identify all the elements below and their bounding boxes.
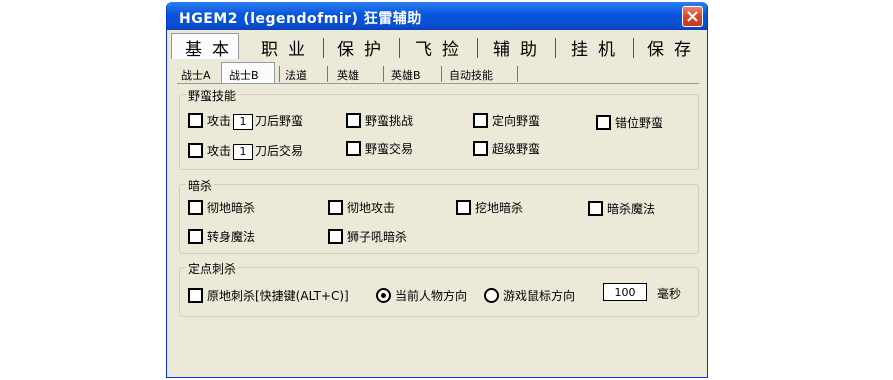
tab-separator: [399, 38, 400, 58]
option-label: 野蛮交易: [365, 142, 414, 156]
checkbox[interactable]: [346, 141, 361, 156]
attack-count-input[interactable]: 1: [233, 143, 254, 160]
tab-separator: [633, 38, 634, 58]
savage-skill-group: 野蛮技能 攻击 1 刀后野蛮 野蛮挑战 定向野蛮 错位野蛮 攻击 1 刀后交易 野蛮交易…: [179, 87, 699, 170]
option-label: 游戏鼠标方向: [503, 289, 576, 303]
tab-assist[interactable]: 辅助: [493, 35, 547, 60]
sub-tab-strip: 战士A 战士B 法道 英雄 英雄B 自动技能: [177, 62, 699, 84]
window-title: HGEM2 (legendofmir) 狂雷辅助: [179, 11, 422, 27]
subtab-mage-taoist[interactable]: 法道: [285, 67, 307, 83]
main-tab-strip: 基本 职业 保护 飞捡 辅助 挂机 保存: [171, 33, 703, 60]
assassin-group: 暗杀 彻地暗杀 彻地攻击 挖地暗杀 暗杀魔法 转身魔法 狮子吼暗杀: [179, 177, 699, 254]
option-label: 挖地暗杀: [475, 201, 524, 215]
checkbox[interactable]: [188, 113, 203, 128]
checkbox[interactable]: [188, 229, 203, 244]
checkbox[interactable]: [188, 288, 203, 303]
subtab-warrior-b[interactable]: 战士B: [229, 67, 259, 83]
tab-profession[interactable]: 职业: [261, 35, 315, 60]
option-label: 超级野蛮: [492, 142, 541, 156]
tab-basic[interactable]: 基本: [185, 35, 239, 60]
checkbox[interactable]: [588, 201, 603, 216]
delay-unit-label: 毫秒: [657, 287, 682, 301]
tab-protect[interactable]: 保护: [337, 35, 391, 60]
subtab-hero[interactable]: 英雄: [337, 67, 359, 83]
subtab-separator: [517, 66, 518, 82]
checkbox[interactable]: [328, 200, 343, 215]
option-label: 彻地暗杀: [207, 201, 256, 215]
tab-separator: [323, 38, 324, 58]
option-label: 狮子吼暗杀: [347, 230, 408, 244]
tab-separator: [555, 38, 556, 58]
option-label: 错位野蛮: [615, 116, 664, 130]
tab-afk[interactable]: 挂机: [571, 35, 625, 60]
close-icon: [687, 11, 698, 22]
attack-count-input[interactable]: 1: [233, 113, 254, 130]
option-label: 定向野蛮: [492, 114, 541, 128]
checkbox[interactable]: [596, 115, 611, 130]
subtab-separator: [327, 66, 328, 82]
option-label: 攻击: [207, 144, 232, 158]
radio-button[interactable]: [376, 288, 391, 303]
option-label: 野蛮挑战: [365, 114, 414, 128]
checkbox[interactable]: [328, 229, 343, 244]
app-window: HGEM2 (legendofmir) 狂雷辅助 基本 职业 保护 飞捡 辅助 …: [166, 2, 708, 378]
checkbox[interactable]: [473, 141, 488, 156]
option-label: 刀后野蛮: [255, 114, 304, 128]
checkbox[interactable]: [346, 113, 361, 128]
close-button[interactable]: [682, 6, 703, 27]
subtab-auto-skill[interactable]: 自动技能: [449, 67, 493, 83]
option-label: 原地刺杀[快捷键(ALT+C)]: [207, 289, 349, 303]
tab-separator: [477, 38, 478, 58]
option-label: 转身魔法: [207, 230, 256, 244]
tab-fly-pickup[interactable]: 飞捡: [415, 35, 469, 60]
title-bar: HGEM2 (legendofmir) 狂雷辅助: [167, 2, 707, 30]
group-title: 野蛮技能: [186, 87, 239, 104]
radio-button[interactable]: [484, 288, 499, 303]
delay-ms-input[interactable]: 100: [603, 283, 647, 301]
subtab-separator: [383, 66, 384, 82]
option-label: 彻地攻击: [347, 201, 396, 215]
checkbox[interactable]: [456, 200, 471, 215]
subtab-warrior-a[interactable]: 战士A: [181, 67, 211, 83]
option-label: 攻击: [207, 114, 232, 128]
subtab-separator: [279, 66, 280, 82]
option-label: 当前人物方向: [395, 289, 468, 303]
option-label: 暗杀魔法: [607, 202, 656, 216]
checkbox[interactable]: [473, 113, 488, 128]
group-title: 定点刺杀: [186, 260, 239, 277]
option-label: 刀后交易: [255, 144, 304, 158]
tab-save[interactable]: 保存: [647, 35, 701, 60]
group-title: 暗杀: [186, 177, 215, 194]
checkbox[interactable]: [188, 200, 203, 215]
subtab-separator: [441, 66, 442, 82]
subtab-hero-b[interactable]: 英雄B: [391, 67, 421, 83]
checkbox[interactable]: [188, 143, 203, 158]
